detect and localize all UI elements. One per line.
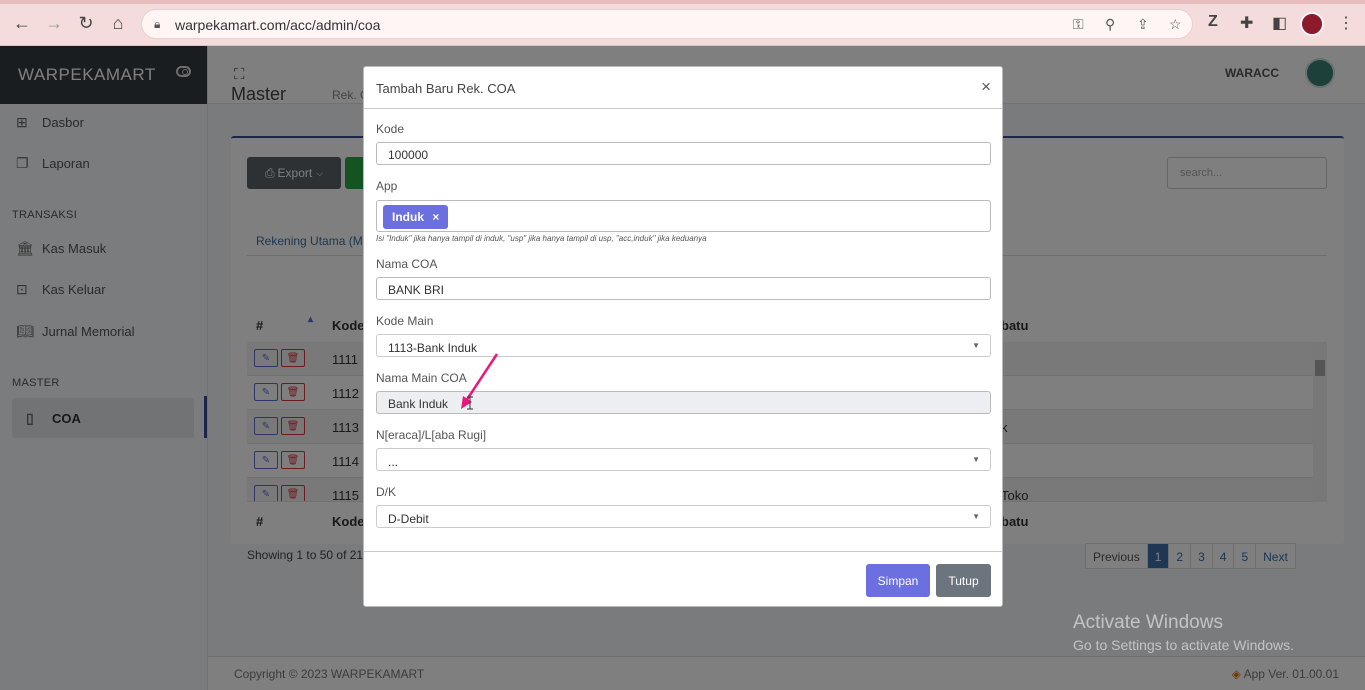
bookmark-star-icon[interactable]: ☆: [1169, 16, 1182, 33]
share-icon[interactable]: ⇪: [1137, 16, 1149, 33]
nama-main-coa-input[interactable]: Bank Induk: [376, 391, 991, 414]
cancel-button[interactable]: Tutup: [936, 564, 991, 597]
kode-input[interactable]: 100000: [376, 142, 991, 165]
dropdown-caret-icon: ▼: [972, 341, 980, 350]
kode-main-select[interactable]: 1113-Bank Induk ▼: [376, 334, 991, 357]
close-icon[interactable]: ×: [981, 77, 991, 97]
lock-icon: 🔒︎: [154, 17, 161, 31]
add-coa-modal: Tambah Baru Rek. COA × Kode 100000 App I…: [363, 66, 1003, 607]
watermark-line-1: Activate Windows: [1073, 612, 1223, 633]
modal-header: Tambah Baru Rek. COA ×: [364, 67, 1002, 109]
app-help-text: Isi "Induk" jika hanya tampil di induk, …: [376, 234, 707, 243]
url-text[interactable]: warpekamart.com/acc/admin/coa: [175, 17, 380, 33]
zoom-icon[interactable]: ⚲: [1105, 16, 1115, 33]
neraca-laba-rugi-value: ...: [388, 455, 399, 469]
dk-label: D/K: [376, 485, 397, 499]
modal-title: Tambah Baru Rek. COA: [376, 81, 516, 96]
forward-icon[interactable]: →: [43, 12, 65, 34]
kode-label: Kode: [376, 122, 405, 136]
app-label: App: [376, 179, 398, 193]
app-tag[interactable]: Induk ×: [383, 205, 449, 229]
nama-main-coa-label: Nama Main COA: [376, 371, 467, 385]
tag-remove-icon[interactable]: ×: [432, 210, 439, 224]
neraca-laba-rugi-label: N[eraca]/L[aba Rugi]: [376, 428, 487, 442]
profile-avatar[interactable]: [1300, 12, 1324, 36]
browser-toolbar: ← → ↻ ⌂ 🔒︎ warpekamart.com/acc/admin/coa…: [0, 0, 1365, 46]
dropdown-caret-icon: ▼: [972, 455, 980, 464]
key-icon[interactable]: ⚿: [1073, 16, 1084, 33]
home-icon[interactable]: ⌂: [107, 12, 129, 34]
dropdown-caret-icon: ▼: [972, 512, 980, 521]
zotero-extension-icon[interactable]: Z: [1208, 13, 1218, 31]
nama-coa-label: Nama COA: [376, 257, 438, 271]
reload-icon[interactable]: ↻: [75, 12, 97, 34]
app-tag-label: Induk: [392, 210, 424, 224]
neraca-laba-rugi-select[interactable]: ... ▼: [376, 448, 991, 471]
windows-activation-watermark: Activate Windows Go to Settings to activ…: [1073, 612, 1294, 653]
kode-main-label: Kode Main: [376, 314, 434, 328]
dk-value: D-Debit: [388, 512, 429, 526]
side-panel-icon[interactable]: ◧: [1272, 13, 1287, 33]
extensions-puzzle-icon[interactable]: ✚: [1240, 13, 1253, 33]
browser-menu-icon[interactable]: ⋮: [1338, 13, 1354, 33]
dk-select[interactable]: D-Debit ▼: [376, 505, 991, 528]
modal-footer-divider: [364, 551, 1002, 552]
watermark-line-2: Go to Settings to activate Windows.: [1073, 637, 1294, 653]
tab-strip: [0, 0, 1365, 4]
address-bar[interactable]: 🔒︎ warpekamart.com/acc/admin/coa ⚿ ⚲ ⇪ ☆: [141, 9, 1193, 39]
app-tags-input[interactable]: Induk ×: [376, 200, 991, 232]
kode-main-value: 1113-Bank Induk: [388, 341, 477, 355]
back-icon[interactable]: ←: [11, 12, 33, 34]
nama-coa-input[interactable]: BANK BRI: [376, 277, 991, 300]
save-button[interactable]: Simpan: [866, 564, 930, 597]
